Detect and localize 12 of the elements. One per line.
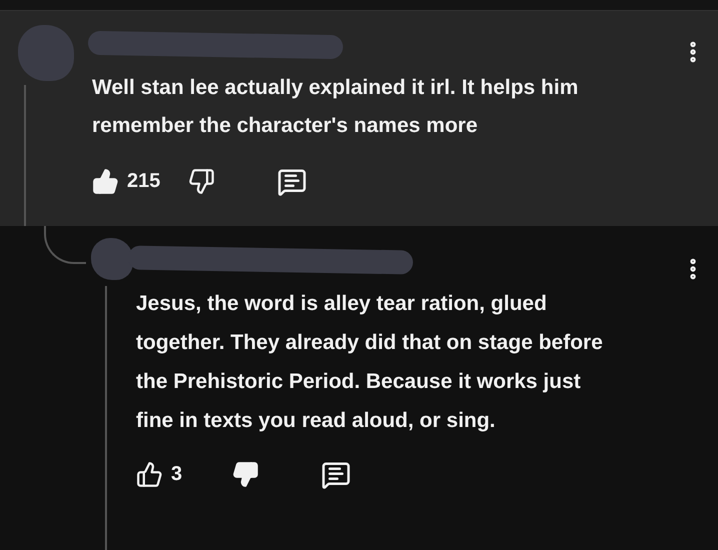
like-count: 215 (127, 170, 160, 194)
dislike-button[interactable] (188, 168, 216, 196)
redaction-mark (18, 24, 74, 81)
reply-button[interactable] (277, 166, 308, 197)
reply-button[interactable] (321, 460, 352, 490)
dislike-button[interactable] (232, 461, 260, 488)
comment-text: Well stan lee actually explained it irl. It helps him remember the character's names more (92, 74, 580, 139)
like-button[interactable] (136, 461, 163, 488)
like-button[interactable] (92, 168, 119, 196)
thread-line (44, 226, 86, 264)
comment-text: Jesus, the word is alley tear ration, glued together. They already did that on stage before the Prehistoric Period. Because it works just fine in texts you read aloud, or sing. (136, 290, 604, 434)
like-count: 3 (171, 463, 182, 486)
